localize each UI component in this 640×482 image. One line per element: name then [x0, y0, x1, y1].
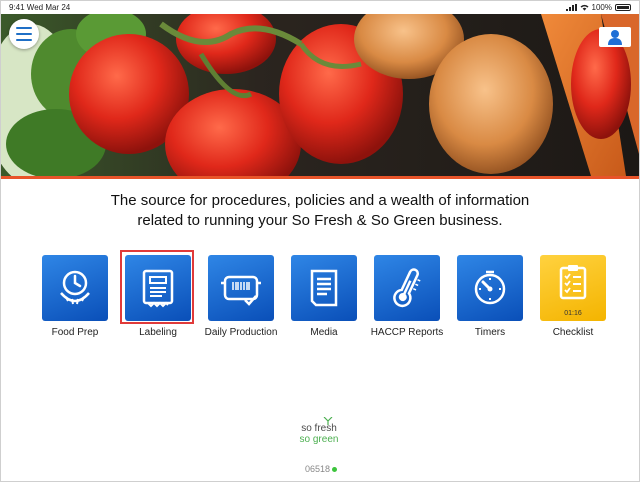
- checklist-button[interactable]: 01:16: [540, 255, 606, 321]
- headline: The source for procedures, policies and …: [1, 191, 639, 231]
- clock-plate-icon: [60, 270, 90, 305]
- online-status-dot: [332, 467, 338, 473]
- tile-haccp-reports[interactable]: HACCP Reports: [371, 255, 443, 338]
- headline-line-1: The source for procedures, policies and …: [110, 192, 530, 209]
- clipboard-checklist-icon: [559, 265, 587, 300]
- status-indicators: 100%: [565, 1, 631, 14]
- signal-icon: [565, 4, 577, 11]
- daily-production-button[interactable]: [208, 255, 274, 321]
- user-icon[interactable]: [599, 27, 631, 47]
- brand-line-1: so fresh: [301, 423, 337, 434]
- brand-line-2: so green: [299, 434, 339, 445]
- battery-percent: 100%: [591, 3, 612, 12]
- accent-divider: [1, 176, 639, 179]
- container-barcode-icon: [221, 275, 261, 306]
- tile-media[interactable]: Media: [291, 255, 357, 338]
- hamburger-menu-icon[interactable]: [9, 19, 39, 49]
- media-button[interactable]: [291, 255, 357, 321]
- tile-label: Checklist: [552, 327, 594, 338]
- document-icon: [310, 269, 338, 307]
- timer-icon: [474, 270, 506, 305]
- timers-button[interactable]: [457, 255, 523, 321]
- device-code-text: 06518: [304, 464, 331, 474]
- vegetables-image: [1, 14, 639, 176]
- tile-timers[interactable]: Timers: [457, 255, 523, 338]
- headline-line-2: related to running your So Fresh & So Gr…: [137, 212, 503, 229]
- device-code: 06518: [291, 464, 351, 474]
- wifi-icon: [580, 4, 589, 11]
- battery-icon: [615, 4, 631, 11]
- food-prep-button[interactable]: [42, 255, 108, 321]
- haccp-reports-button[interactable]: [374, 255, 440, 321]
- selection-highlight: [120, 250, 194, 324]
- hero-image: [1, 14, 639, 176]
- status-time: 9:41 Wed Mar 24: [9, 3, 71, 12]
- brand-logo: so fresh so green: [289, 417, 349, 445]
- app-frame: 9:41 Wed Mar 24 100% The source for proc…: [0, 0, 640, 482]
- tile-food-prep[interactable]: Food Prep: [42, 255, 108, 338]
- tile-daily-production[interactable]: Daily Production: [205, 255, 277, 338]
- status-bar: 9:41 Wed Mar 24 100%: [1, 1, 639, 14]
- checklist-timer-badge: 01:16: [564, 310, 582, 317]
- thermometer-icon: [393, 268, 421, 308]
- user-avatar-glyph: [608, 30, 622, 45]
- tile-checklist[interactable]: 01:16 Checklist: [540, 255, 606, 338]
